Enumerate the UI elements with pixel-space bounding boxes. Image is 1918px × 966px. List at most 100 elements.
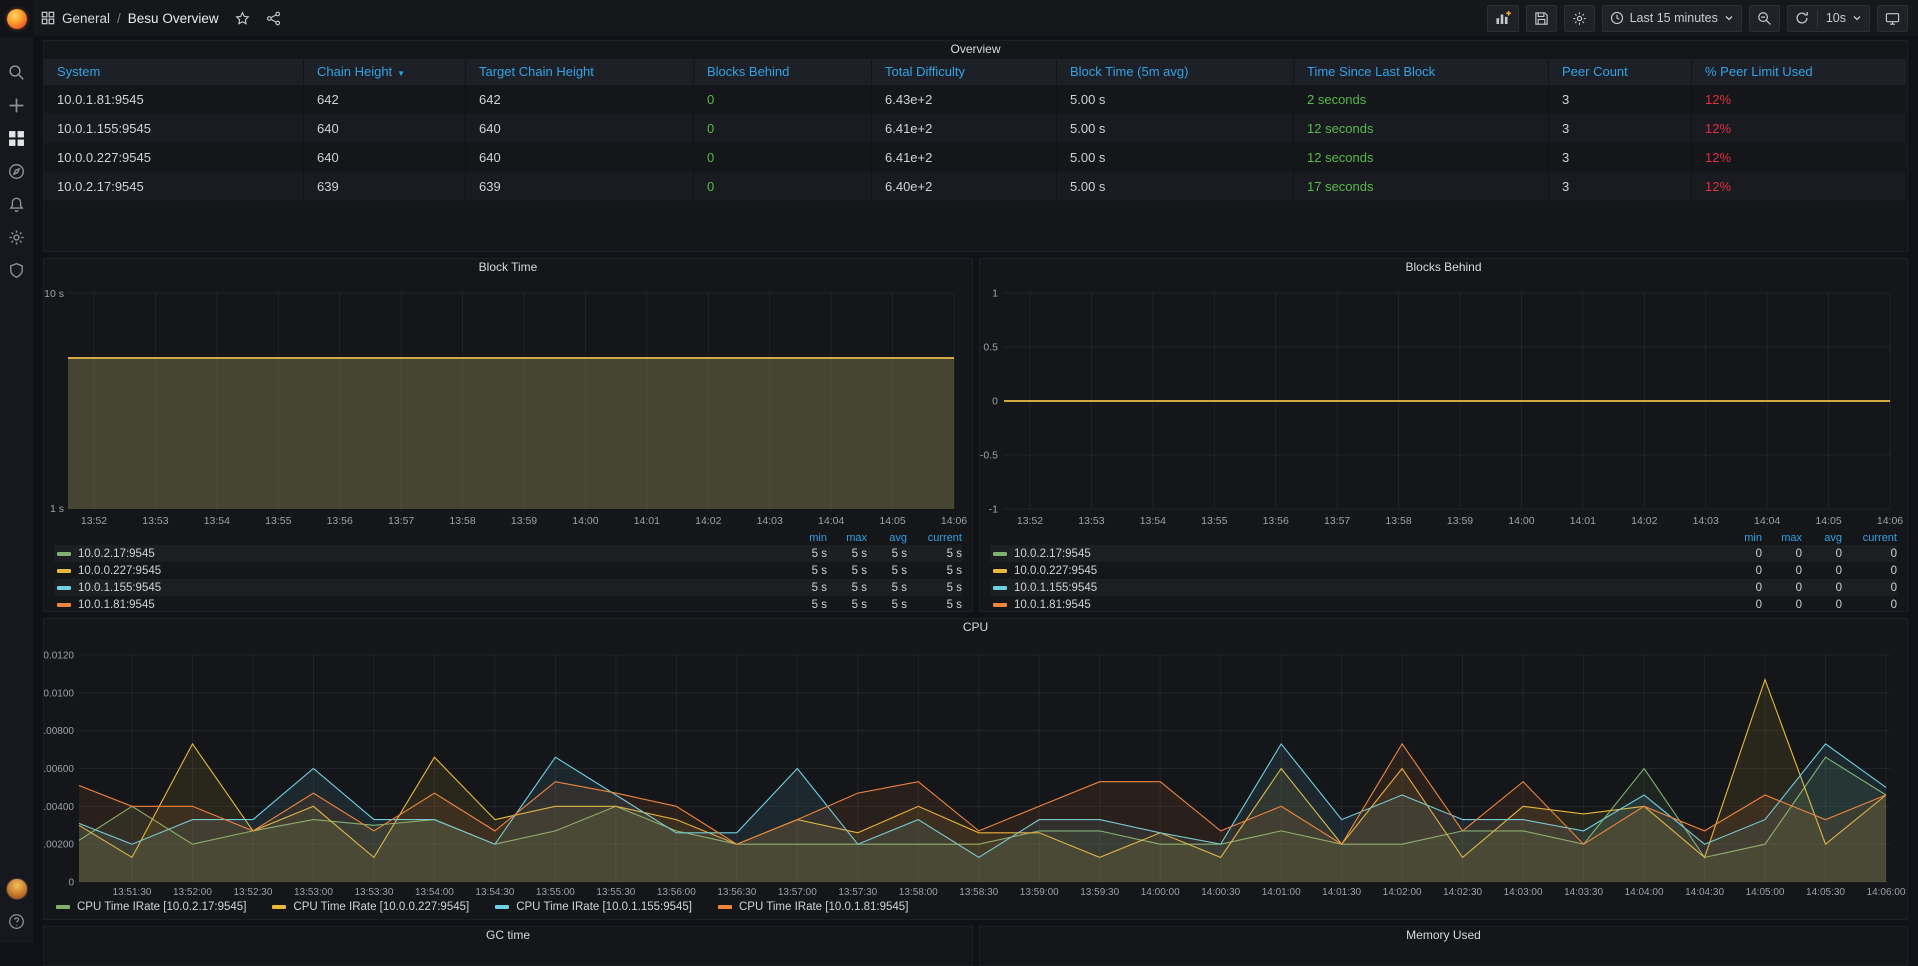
- help-icon: [8, 913, 25, 930]
- sidebar-item-server-admin[interactable]: [0, 255, 33, 286]
- legend-column-current[interactable]: current: [1842, 531, 1897, 545]
- column-header[interactable]: Time Since Last Block: [1294, 59, 1549, 85]
- sidebar-item-search[interactable]: [0, 57, 33, 88]
- breadcrumb-dashboard-title[interactable]: Besu Overview: [128, 11, 219, 26]
- legend-column-min[interactable]: min: [787, 531, 827, 545]
- add-panel-button[interactable]: [1487, 5, 1519, 32]
- svg-text:13:57:00: 13:57:00: [778, 887, 817, 897]
- series-color-swatch[interactable]: [993, 586, 1007, 590]
- svg-text:13:52:30: 13:52:30: [233, 887, 272, 897]
- share-dashboard-button[interactable]: [266, 11, 281, 26]
- cpu-chart[interactable]: 0.01200.01000.008000.006000.004000.00200…: [44, 619, 1909, 897]
- panel-title-memory-used[interactable]: Memory Used: [980, 927, 1907, 944]
- table-cell: 642: [304, 85, 466, 114]
- blocks-behind-chart[interactable]: 10.50-0.5-113:5213:5313:5413:5513:5613:5…: [980, 259, 1909, 529]
- shield-icon: [8, 262, 25, 279]
- block-time-chart[interactable]: 10 s1 s13:5213:5313:5413:5513:5613:5713:…: [44, 259, 974, 529]
- cycle-view-mode-button[interactable]: [1877, 5, 1908, 32]
- series-name[interactable]: 10.0.1.155:9545: [1014, 582, 1722, 594]
- grafana-logo[interactable]: [0, 0, 33, 37]
- svg-text:13:58:00: 13:58:00: [899, 887, 938, 897]
- series-color-swatch[interactable]: [57, 586, 71, 590]
- sidebar-item-alerting[interactable]: [0, 189, 33, 220]
- table-cell: 6.41e+2: [872, 143, 1057, 172]
- svg-text:0.00600: 0.00600: [44, 764, 74, 775]
- legend-item[interactable]: CPU Time IRate [10.0.1.81:9545]: [718, 901, 908, 913]
- series-name[interactable]: 10.0.0.227:9545: [1014, 565, 1722, 577]
- zoom-out-time-button[interactable]: [1749, 5, 1780, 32]
- series-name[interactable]: 10.0.1.81:9545: [1014, 599, 1722, 611]
- table-row: 10.0.0.227:954564064006.41e+25.00 s12 se…: [44, 143, 1907, 172]
- series-color-swatch[interactable]: [57, 569, 71, 573]
- column-header[interactable]: Chain Height▼: [304, 59, 466, 85]
- legend-item[interactable]: CPU Time IRate [10.0.2.17:9545]: [56, 901, 246, 913]
- column-header[interactable]: Blocks Behind: [694, 59, 872, 85]
- table-cell: 0: [694, 143, 872, 172]
- column-header[interactable]: Target Chain Height: [466, 59, 694, 85]
- svg-text:-1: -1: [989, 504, 998, 516]
- series-name: CPU Time IRate [10.0.1.81:9545]: [739, 901, 908, 913]
- legend-item[interactable]: CPU Time IRate [10.0.0.227:9545]: [272, 901, 469, 913]
- save-dashboard-button[interactable]: [1526, 5, 1557, 32]
- refresh-picker[interactable]: 10s: [1787, 5, 1870, 32]
- dashboard-settings-button[interactable]: [1564, 5, 1595, 32]
- table-cell: 6.40e+2: [872, 172, 1057, 201]
- panel-title-overview[interactable]: Overview: [44, 41, 1907, 58]
- column-header[interactable]: Total Difficulty: [872, 59, 1057, 85]
- series-name[interactable]: 10.0.0.227:9545: [78, 565, 787, 577]
- legend-value-current: 5 s: [907, 582, 962, 594]
- column-header[interactable]: Peer Count: [1549, 59, 1692, 85]
- table-cell: 640: [466, 143, 694, 172]
- sidebar-item-explore[interactable]: [0, 156, 33, 187]
- refresh-icon: [1795, 11, 1809, 25]
- legend-column-current[interactable]: current: [907, 531, 962, 545]
- svg-text:13:52:00: 13:52:00: [173, 887, 212, 897]
- column-header[interactable]: Block Time (5m avg): [1057, 59, 1294, 85]
- column-header[interactable]: System: [44, 59, 304, 85]
- svg-text:14:06:00: 14:06:00: [1867, 887, 1906, 897]
- panel-title-gc-time[interactable]: GC time: [44, 927, 972, 944]
- series-color-swatch[interactable]: [993, 603, 1007, 607]
- svg-text:14:01:00: 14:01:00: [1262, 887, 1301, 897]
- legend-value-avg: 0: [1802, 565, 1842, 577]
- table-cell: 5.00 s: [1057, 143, 1294, 172]
- series-color-swatch[interactable]: [57, 552, 71, 556]
- breadcrumb-separator: /: [117, 11, 121, 26]
- legend-value-max: 0: [1762, 548, 1802, 560]
- legend-column-min[interactable]: min: [1722, 531, 1762, 545]
- legend-column-max[interactable]: max: [827, 531, 867, 545]
- breadcrumb: General / Besu Overview: [41, 11, 281, 26]
- svg-text:14:04:00: 14:04:00: [1625, 887, 1664, 897]
- sidebar-item-profile[interactable]: [0, 873, 33, 904]
- series-name[interactable]: 10.0.2.17:9545: [1014, 548, 1722, 560]
- breadcrumb-folder[interactable]: General: [62, 11, 110, 26]
- sidebar-item-create[interactable]: [0, 90, 33, 121]
- legend-row: 10.0.1.155:95450000: [990, 579, 1897, 596]
- series-name: CPU Time IRate [10.0.2.17:9545]: [77, 901, 246, 913]
- series-name[interactable]: 10.0.2.17:9545: [78, 548, 787, 560]
- series-name[interactable]: 10.0.1.81:9545: [78, 599, 787, 611]
- legend-column-avg[interactable]: avg: [1802, 531, 1842, 545]
- sidebar-item-configuration[interactable]: [0, 222, 33, 253]
- svg-text:14:06: 14:06: [1877, 515, 1903, 527]
- panel-overview: Overview SystemChain Height▼Target Chain…: [43, 40, 1908, 252]
- legend-column-max[interactable]: max: [1762, 531, 1802, 545]
- sidebar-item-help[interactable]: [0, 906, 33, 937]
- time-range-picker[interactable]: Last 15 minutes: [1602, 5, 1742, 32]
- table-cell: 3: [1549, 114, 1692, 143]
- table-cell: 5.00 s: [1057, 172, 1294, 201]
- series-color-swatch[interactable]: [57, 603, 71, 607]
- series-color-swatch[interactable]: [993, 569, 1007, 573]
- series-name[interactable]: 10.0.1.155:9545: [78, 582, 787, 594]
- svg-text:0.00400: 0.00400: [44, 802, 74, 813]
- series-color-swatch[interactable]: [993, 552, 1007, 556]
- share-icon: [266, 11, 281, 26]
- legend-column-avg[interactable]: avg: [867, 531, 907, 545]
- svg-text:13:52: 13:52: [81, 515, 107, 527]
- legend-item[interactable]: CPU Time IRate [10.0.1.155:9545]: [495, 901, 692, 913]
- star-dashboard-button[interactable]: [235, 11, 250, 26]
- column-header[interactable]: % Peer Limit Used: [1692, 59, 1907, 85]
- legend-value-avg: 5 s: [867, 582, 907, 594]
- svg-text:13:56: 13:56: [327, 515, 353, 527]
- sidebar-item-dashboards[interactable]: [0, 123, 33, 154]
